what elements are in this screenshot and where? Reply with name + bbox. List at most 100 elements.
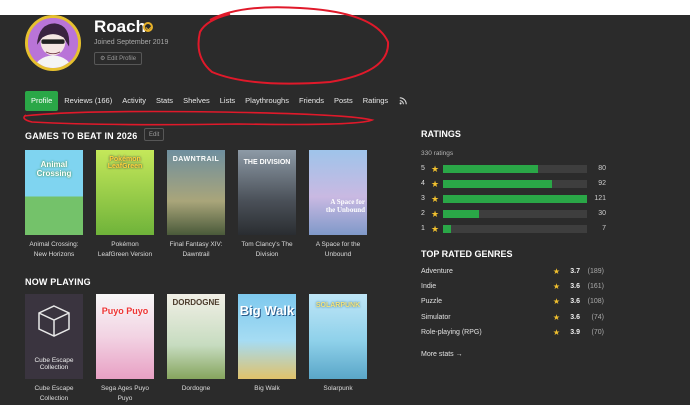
gear-icon: ⚙: [100, 56, 106, 62]
games-to-beat-title: GAMES TO BEAT IN 2026: [25, 131, 138, 141]
tab-lists[interactable]: Lists: [220, 91, 235, 111]
genre-name: Simulator: [421, 314, 451, 321]
genre-row[interactable]: Adventure ★ 3.7 (189): [421, 266, 604, 278]
star-icon: ★: [431, 194, 440, 204]
game-cover: THE DIVISION: [238, 150, 296, 235]
red-annotation-circle: [197, 6, 390, 85]
rating-bar-fill: [443, 210, 479, 218]
rating-row-2[interactable]: 2 ★ 30: [421, 209, 606, 219]
edit-profile-button[interactable]: ⚙ Edit Profile: [94, 52, 143, 65]
genre-row[interactable]: Indie ★ 3.6 (161): [421, 281, 604, 293]
game-card-big-walk[interactable]: Big Walk Big Walk: [238, 294, 296, 394]
cube-icon: [38, 305, 70, 337]
ratings-title: RATINGS: [421, 129, 461, 139]
tab-stats[interactable]: Stats: [156, 91, 173, 111]
game-title: Pokémon LeafGreen Version: [97, 241, 153, 258]
genre-count: (189): [587, 268, 604, 275]
genre-count: (108): [587, 298, 604, 305]
genre-average: 3.6: [570, 283, 580, 290]
tab-profile[interactable]: Profile: [25, 91, 59, 111]
rating-bar-track: [443, 210, 587, 218]
game-card-pokemon-leafgreen[interactable]: Pokémon LeafGreen Pokémon LeafGreen Vers…: [96, 150, 154, 260]
game-title: Animal Crossing: New Horizons: [29, 241, 79, 258]
rating-bar-fill: [443, 180, 553, 188]
game-cover: Cube Escape Collection: [25, 294, 83, 379]
genre-average: 3.9: [570, 329, 580, 336]
game-cover: Puyo Puyo: [96, 294, 154, 379]
game-cover: A Space for the Unbound: [309, 150, 367, 235]
genre-average: 3.7: [570, 268, 580, 275]
genre-name: Puzzle: [421, 298, 443, 305]
rating-stars-value: 5: [421, 165, 425, 172]
rating-bar-fill: [443, 225, 452, 233]
game-title: Sega Ages Puyo Puyo: [100, 385, 150, 402]
game-card-space-for-the-unbound[interactable]: A Space for the Unbound A Space for the …: [309, 150, 367, 260]
verified-badge-icon: [143, 22, 153, 32]
game-card-cube-escape[interactable]: Cube Escape Collection Cube Escape Colle…: [25, 294, 83, 404]
username: Roach: [94, 17, 146, 36]
rating-bar-fill: [443, 195, 587, 203]
tab-activity[interactable]: Activity: [122, 91, 146, 111]
rating-row-1[interactable]: 1 ★ 7: [421, 224, 606, 234]
game-cover: Big Walk: [238, 294, 296, 379]
game-card-solarpunk[interactable]: SOLARPUNK Solarpunk: [309, 294, 367, 394]
rating-stars-value: 4: [421, 180, 425, 187]
game-title: Big Walk: [254, 385, 280, 392]
rating-count: 121: [594, 195, 606, 202]
avatar[interactable]: [25, 15, 81, 71]
game-title: A Space for the Unbound: [315, 241, 361, 258]
game-title: Solarpunk: [323, 385, 353, 392]
edit-profile-label: Edit Profile: [107, 56, 137, 62]
rating-bar-track: [443, 165, 587, 173]
star-icon: ★: [552, 267, 560, 276]
rating-bar-track: [443, 180, 587, 188]
game-card-final-fantasy-xiv[interactable]: DAWNTRAIL Final Fantasy XIV: Dawntrail: [167, 150, 225, 260]
genre-row[interactable]: Puzzle ★ 3.6 (108): [421, 296, 604, 308]
game-title: Final Fantasy XIV: Dawntrail: [169, 241, 223, 258]
game-title: Dordogne: [181, 385, 211, 392]
genre-count: (74): [591, 314, 604, 321]
rating-count: 80: [598, 165, 606, 172]
game-cover: Animal Crossing: [25, 150, 83, 235]
genre-average: 3.6: [570, 314, 580, 321]
game-title: Cube Escape Collection: [34, 385, 74, 402]
rating-bar-track: [443, 195, 587, 203]
rss-icon[interactable]: [399, 97, 407, 105]
joined-date: Joined September 2019: [94, 39, 169, 46]
genre-name: Role-playing (RPG): [421, 329, 482, 336]
tab-ratings[interactable]: Ratings: [363, 91, 388, 111]
rating-count: 7: [602, 225, 606, 232]
genre-name: Indie: [421, 283, 437, 290]
genre-average: 3.6: [570, 298, 580, 305]
genre-count: (161): [587, 283, 604, 290]
rating-bar-fill: [443, 165, 539, 173]
tab-shelves[interactable]: Shelves: [183, 91, 210, 111]
game-card-animal-crossing[interactable]: Animal Crossing Animal Crossing: New Hor…: [25, 150, 83, 260]
top-rated-genres-title: TOP RATED GENRES: [421, 249, 513, 259]
profile-nav: Profile Reviews (166) Activity Stats She…: [25, 91, 407, 111]
top-white-bar: [0, 0, 690, 15]
game-cover: DAWNTRAIL: [167, 150, 225, 235]
avatar-image: [28, 18, 78, 68]
rating-count: 30: [598, 210, 606, 217]
game-card-puyo-puyo[interactable]: Puyo Puyo Sega Ages Puyo Puyo: [96, 294, 154, 404]
game-cover: DORDOGNE: [167, 294, 225, 379]
tab-playthroughs[interactable]: Playthroughs: [245, 91, 289, 111]
rating-count: 92: [598, 180, 606, 187]
game-card-dordogne[interactable]: DORDOGNE Dordogne: [167, 294, 225, 394]
game-card-the-division[interactable]: THE DIVISION Tom Clancy's The Division: [238, 150, 296, 260]
rating-bar-track: [443, 225, 587, 233]
genre-row[interactable]: Role-playing (RPG) ★ 3.9 (70): [421, 327, 604, 339]
game-cover: SOLARPUNK: [309, 294, 367, 379]
genre-name: Adventure: [421, 268, 453, 275]
edit-games-to-beat-button[interactable]: Edit: [144, 128, 165, 141]
rating-row-3[interactable]: 3 ★ 121: [421, 194, 606, 204]
star-icon: ★: [552, 282, 560, 291]
genre-row[interactable]: Simulator ★ 3.6 (74): [421, 312, 604, 324]
tab-reviews[interactable]: Reviews (166): [64, 91, 112, 111]
rating-row-5[interactable]: 5 ★ 80: [421, 164, 606, 174]
tab-friends[interactable]: Friends: [299, 91, 324, 111]
rating-row-4[interactable]: 4 ★ 92: [421, 179, 606, 189]
more-stats-link[interactable]: More stats →: [421, 351, 463, 358]
tab-posts[interactable]: Posts: [334, 91, 353, 111]
